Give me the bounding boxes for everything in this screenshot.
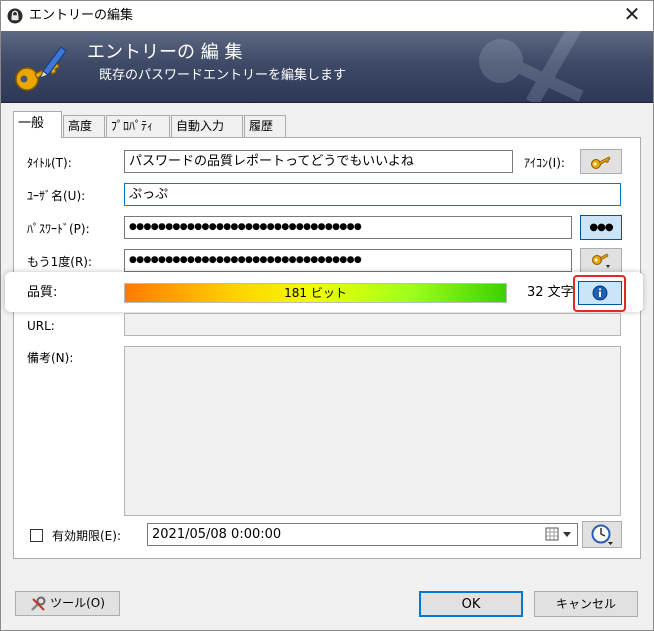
quality-progress-bar: 181 ビット [124,283,507,303]
tools-icon [31,596,46,611]
cancel-button[interactable]: キャンセル [534,591,638,617]
title-label: ﾀｲﾄﾙ(T): [27,156,72,170]
banner-title: エントリーの 編 集 [87,42,243,63]
banner-subtitle: 既存のパスワードエントリーを編集します [99,68,347,83]
notes-textarea[interactable] [124,346,621,516]
key-icon [591,156,611,169]
quality-char-count: 32 文字 [527,285,574,300]
tools-button-label: ツール(O) [50,596,105,610]
repeat-password-label: もう1度(R): [27,255,93,269]
notes-label: 備考(N): [27,351,74,365]
expires-checkbox[interactable] [30,529,43,542]
tab-auto-type[interactable]: 自動入力 [171,115,243,137]
expires-datetime-value: 2021/05/08 0:00:00 [152,527,282,542]
quality-label: 品質: [27,285,58,300]
icon-label: ｱｲｺﾝ(I): [524,156,565,170]
expires-datetime-field[interactable]: 2021/05/08 0:00:00 [147,523,578,546]
quality-bits-text: 181 ビット [284,286,347,300]
tab-advanced[interactable]: 高度 [63,115,105,137]
header-banner: エントリーの 編 集 既存のパスワードエントリーを編集します [1,31,653,103]
tools-button[interactable]: ツール(O) [15,591,120,616]
password-label: ﾊﾟｽﾜｰﾄﾞ(P): [27,222,90,236]
key-generator-icon [592,253,610,268]
banner-watermark-icon [479,31,584,102]
password-field[interactable]: ●●●●●●●●●●●●●●●●●●●●●●●●●●●●●●●● [124,216,572,239]
calendar-dropdown-icon [545,527,571,541]
title-field[interactable]: パスワードの品質レポートってどうでもいいよね [124,150,513,173]
calendar-dropdown[interactable] [545,527,575,542]
url-field[interactable] [124,313,621,336]
tab-properties[interactable]: ﾌﾟﾛﾊﾟﾃｨ [106,115,170,137]
username-field[interactable]: ぷっぷ [124,183,621,206]
repeat-password-field[interactable]: ●●●●●●●●●●●●●●●●●●●●●●●●●●●●●●●● [124,249,572,272]
ok-button[interactable]: OK [419,591,523,617]
username-label: ﾕｰｻﾞ名(U): [27,189,86,203]
window-title: エントリーの編集 [29,8,134,23]
show-password-button[interactable]: ●●● [580,215,622,240]
keepass-lock-icon [7,8,23,24]
icon-picker-button[interactable] [580,149,622,174]
expiry-presets-button[interactable] [582,521,622,548]
close-button[interactable]: ✕ [615,2,649,28]
password-generator-button[interactable] [580,248,622,273]
info-button-callout [573,275,626,312]
edit-key-icon [15,46,67,91]
tab-history[interactable]: 履歴 [244,115,286,137]
clock-icon [591,524,613,545]
url-label: URL: [27,319,55,333]
tab-general[interactable]: 一般 [13,111,62,138]
expires-label: 有効期限(E): [52,529,121,543]
